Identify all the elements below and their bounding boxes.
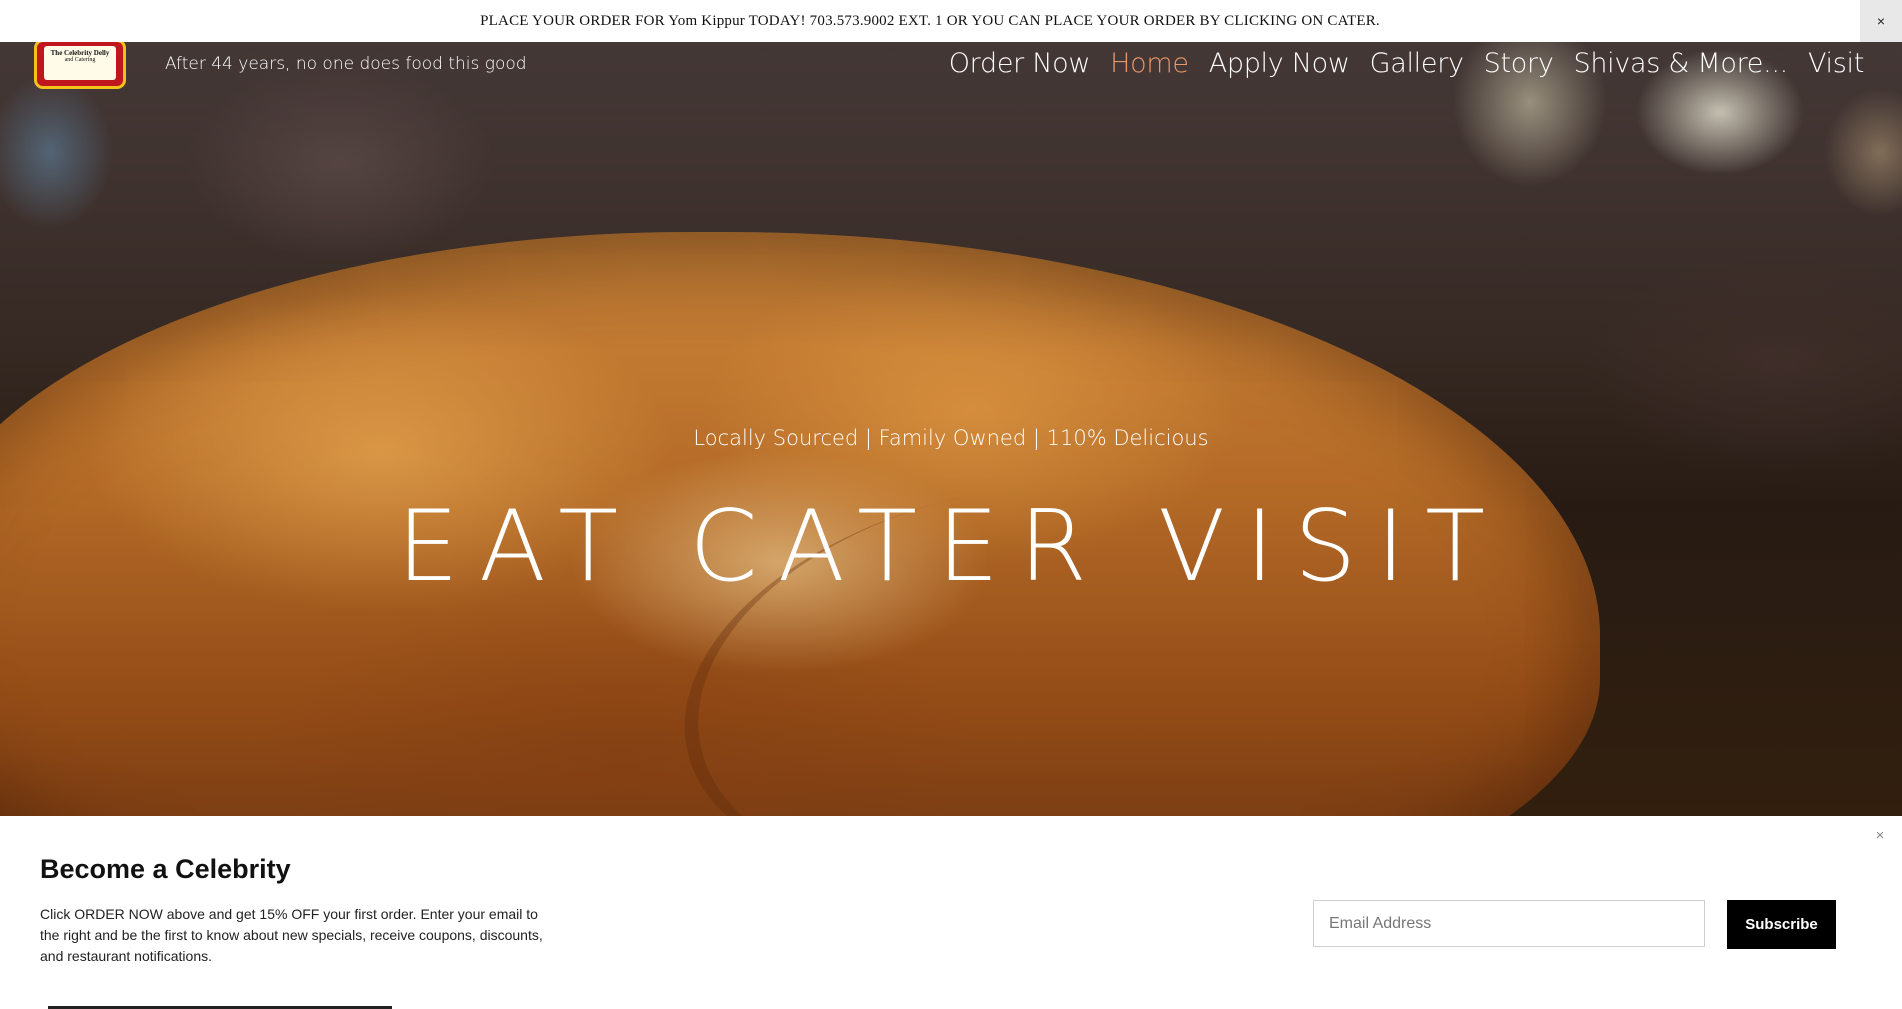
main-nav: Order Now Home Apply Now Gallery Story S… (949, 48, 1865, 79)
popup-close-button[interactable]: × (1870, 826, 1890, 846)
announcement-text: PLACE YOUR ORDER FOR Yom Kippur TODAY! 7… (480, 13, 1380, 29)
nav-shivas-more[interactable]: Shivas & More... (1574, 48, 1789, 79)
subscribe-button[interactable]: Subscribe (1727, 900, 1836, 949)
nav-home[interactable]: Home (1110, 48, 1189, 79)
hero-title: EAT CATER VISIT (396, 490, 1506, 604)
nav-order-now[interactable]: Order Now (949, 48, 1091, 79)
hero-subtitle: Locally Sourced | Family Owned | 110% De… (693, 426, 1209, 450)
site-header: The Celebrity Delly and Catering After 4… (0, 42, 1902, 92)
site-logo[interactable]: The Celebrity Delly and Catering (37, 42, 123, 86)
newsletter-title: Become a Celebrity (40, 854, 291, 884)
nav-story[interactable]: Story (1484, 48, 1554, 79)
email-field[interactable] (1313, 900, 1705, 947)
nav-apply-now[interactable]: Apply Now (1209, 48, 1350, 79)
nav-visit[interactable]: Visit (1808, 48, 1864, 79)
nav-gallery[interactable]: Gallery (1370, 48, 1464, 79)
newsletter-description: Click ORDER NOW above and get 15% OFF yo… (40, 906, 543, 964)
site-tagline: After 44 years, no one does food this go… (165, 54, 527, 74)
newsletter-popup: × Become a Celebrity Click ORDER NOW abo… (0, 816, 1902, 1009)
announcement-bar: PLACE YOUR ORDER FOR Yom Kippur TODAY! 7… (0, 0, 1902, 42)
logo-subtitle: and Catering (64, 57, 96, 63)
logo-name: The Celebrity Delly (50, 49, 110, 57)
announcement-close-button[interactable]: × (1860, 0, 1902, 42)
